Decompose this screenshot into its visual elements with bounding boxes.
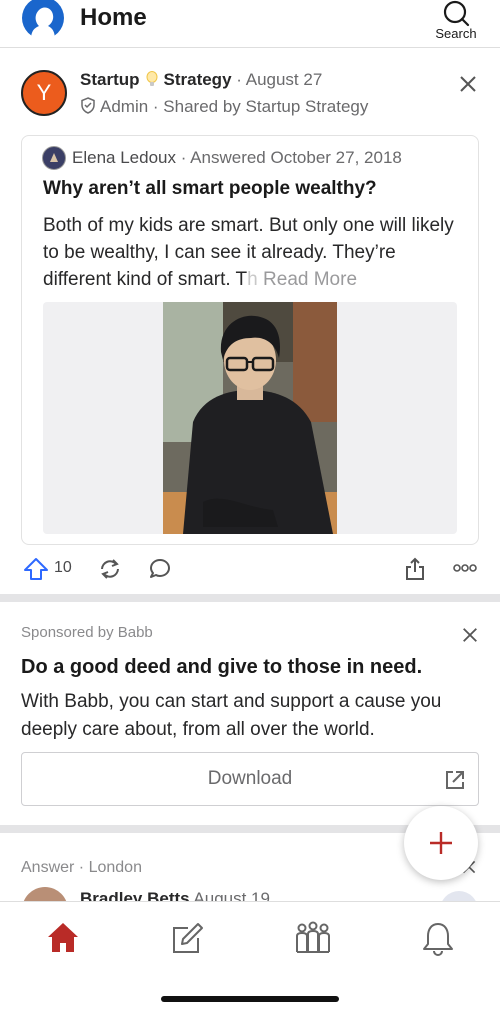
plus-icon <box>430 832 452 854</box>
logo-icon <box>22 0 64 40</box>
compose-icon <box>173 923 203 953</box>
space-name-part1[interactable]: Startup <box>80 70 140 89</box>
more-options-icon[interactable] <box>453 563 477 573</box>
action-bar: 10 <box>0 549 500 589</box>
ad-body: With Babb, you can start and support a c… <box>21 691 442 740</box>
answer-excerpt-fade: h <box>247 269 258 290</box>
external-link-icon <box>446 771 464 789</box>
top-app-bar: Home Search <box>0 0 500 48</box>
sponsored-label: Sponsored by Babb <box>21 624 153 641</box>
author-line: Elena Ledoux · Answered October 27, 2018 <box>72 148 402 168</box>
author-avatar[interactable] <box>22 887 68 901</box>
download-label: Download <box>207 768 293 789</box>
feed-card-shared-answer: Y Startup Strategy · August 27 Admin · Sh… <box>0 49 500 594</box>
author-name[interactable]: Bradley Betts <box>80 889 190 901</box>
answered-date: · Answered October 27, 2018 <box>180 148 402 167</box>
add-post-button[interactable] <box>404 806 478 880</box>
author-avatar[interactable] <box>42 146 66 170</box>
answer-image-frame[interactable] <box>43 302 457 534</box>
nav-home[interactable] <box>43 918 83 958</box>
author-line: Bradley Betts August 19 <box>80 889 270 901</box>
space-avatar[interactable]: Y <box>21 70 67 116</box>
nav-notifications[interactable] <box>418 918 458 958</box>
admin-label: Admin <box>100 97 149 116</box>
bottom-nav <box>0 901 500 1012</box>
author-name[interactable]: Elena Ledoux <box>72 148 176 167</box>
upvote-icon[interactable] <box>23 557 49 581</box>
download-button[interactable]: Download <box>21 752 479 806</box>
space-separator: · <box>236 70 242 89</box>
profile-avatar[interactable] <box>21 0 65 40</box>
home-icon <box>48 923 78 952</box>
spaces-icon <box>296 921 330 953</box>
answer-date: August 19 <box>193 889 270 901</box>
nav-spaces[interactable] <box>293 918 333 958</box>
home-indicator[interactable] <box>161 996 339 1002</box>
admin-shield-icon <box>81 97 95 114</box>
share-icon[interactable] <box>403 557 427 581</box>
answer-meta: Answer · London <box>21 859 142 876</box>
bell-icon <box>423 923 453 957</box>
share-reshare-icon[interactable] <box>97 557 123 581</box>
search-button[interactable]: Search <box>428 0 484 46</box>
read-more-link[interactable]: Read More <box>263 269 357 290</box>
page-title: Home <box>80 4 147 31</box>
question-title[interactable]: Why aren’t all smart people wealthy? <box>43 178 377 200</box>
ad-title[interactable]: Do a good deed and give to those in need… <box>21 656 422 679</box>
comment-icon[interactable] <box>148 557 172 581</box>
lightbulb-icon <box>146 71 157 86</box>
follow-button[interactable] <box>440 891 478 901</box>
answer-photo <box>163 302 337 534</box>
dismiss-ad-icon[interactable] <box>461 626 479 644</box>
upvote-count: 10 <box>54 559 72 576</box>
dismiss-card-icon[interactable] <box>458 74 478 94</box>
nav-compose[interactable] <box>168 918 208 958</box>
space-subheader: Admin · Shared by Startup Strategy <box>80 97 368 117</box>
shared-answer-box[interactable]: Elena Ledoux · Answered October 27, 2018… <box>21 135 479 545</box>
answer-excerpt: Both of my kids are smart. But only one … <box>43 212 463 293</box>
shared-by-label: · Shared by Startup Strategy <box>152 97 369 116</box>
author-avatar-image <box>44 148 64 168</box>
space-name-part2[interactable]: Strategy <box>164 70 232 89</box>
feed-divider <box>0 594 500 602</box>
search-icon <box>443 0 470 27</box>
sponsored-card: Sponsored by Babb Do a good deed and giv… <box>0 602 500 825</box>
space-date: August 27 <box>245 70 323 89</box>
space-header: Startup Strategy · August 27 <box>80 70 322 90</box>
search-label: Search <box>435 26 477 41</box>
